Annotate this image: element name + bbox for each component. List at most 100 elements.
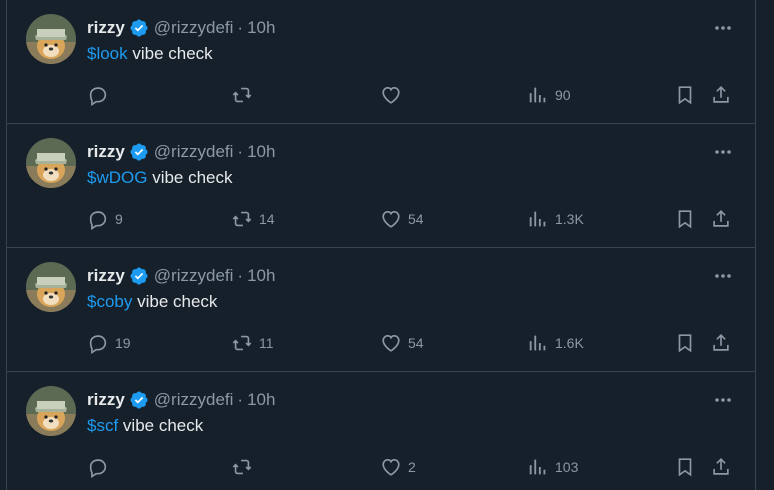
author-handle[interactable]: @rizzydefi xyxy=(154,142,234,162)
view-count: 1.6K xyxy=(555,335,584,351)
heart-icon xyxy=(380,84,402,106)
bookmark-button[interactable] xyxy=(674,330,696,356)
like-button[interactable]: 54 xyxy=(380,206,424,232)
author-handle[interactable]: @rizzydefi xyxy=(154,390,234,410)
author-name[interactable]: rizzy xyxy=(87,390,125,410)
heart-icon xyxy=(380,208,402,230)
views-button[interactable]: 1.3K xyxy=(527,206,584,232)
views-icon xyxy=(527,332,549,354)
bookmark-button[interactable] xyxy=(674,82,696,108)
timeline: rizzy @rizzydefi · 10h $look vibe check xyxy=(6,0,756,490)
verified-badge-icon xyxy=(129,390,149,410)
timestamp[interactable]: 10h xyxy=(247,18,275,38)
view-count: 1.3K xyxy=(555,211,584,227)
bookmark-icon xyxy=(674,456,696,478)
like-button[interactable]: 2 xyxy=(380,454,416,480)
cashtag-link[interactable]: $coby xyxy=(87,292,132,311)
more-icon[interactable] xyxy=(712,17,734,39)
cashtag-link[interactable]: $look xyxy=(87,44,128,63)
views-icon xyxy=(527,208,549,230)
views-button[interactable]: 103 xyxy=(527,454,578,480)
retweet-icon xyxy=(231,84,253,106)
bookmark-icon xyxy=(674,332,696,354)
tweet[interactable]: rizzy @rizzydefi · 10h $scf vibe check 2 xyxy=(7,372,755,490)
reply-icon xyxy=(87,84,109,106)
tweet[interactable]: rizzy @rizzydefi · 10h $coby vibe check … xyxy=(7,248,755,372)
retweet-count: 14 xyxy=(259,211,275,227)
bookmark-icon xyxy=(674,84,696,106)
share-button[interactable] xyxy=(710,454,732,480)
avatar[interactable] xyxy=(26,262,76,312)
retweet-icon xyxy=(231,208,253,230)
like-count: 2 xyxy=(408,459,416,475)
share-button[interactable] xyxy=(710,206,732,232)
retweet-button[interactable] xyxy=(231,82,259,108)
tweet[interactable]: rizzy @rizzydefi · 10h $wDOG vibe check … xyxy=(7,124,755,248)
author-name[interactable]: rizzy xyxy=(87,266,125,286)
timestamp[interactable]: 10h xyxy=(247,142,275,162)
retweet-icon xyxy=(231,456,253,478)
bookmark-button[interactable] xyxy=(674,454,696,480)
retweet-button[interactable]: 14 xyxy=(231,206,275,232)
verified-badge-icon xyxy=(129,18,149,38)
share-icon xyxy=(710,84,732,106)
like-button[interactable]: 54 xyxy=(380,330,424,356)
verified-badge-icon xyxy=(129,142,149,162)
tweet-body: vibe check xyxy=(118,416,204,435)
tweet-text: $look vibe check xyxy=(87,44,213,64)
reply-icon xyxy=(87,208,109,230)
timestamp[interactable]: 10h xyxy=(247,390,275,410)
cashtag-link[interactable]: $scf xyxy=(87,416,118,435)
share-button[interactable] xyxy=(710,330,732,356)
reply-icon xyxy=(87,332,109,354)
avatar[interactable] xyxy=(26,138,76,188)
author-handle[interactable]: @rizzydefi xyxy=(154,18,234,38)
more-icon[interactable] xyxy=(712,141,734,163)
view-count: 103 xyxy=(555,459,579,475)
tweet-body: vibe check xyxy=(147,168,233,187)
tweet-header: rizzy @rizzydefi · 10h xyxy=(87,265,275,287)
more-icon[interactable] xyxy=(712,265,734,287)
tweet-text: $scf vibe check xyxy=(87,416,203,436)
reply-button[interactable] xyxy=(87,454,115,480)
tweet-header: rizzy @rizzydefi · 10h xyxy=(87,389,275,411)
share-button[interactable] xyxy=(710,82,732,108)
timestamp[interactable]: 10h xyxy=(247,266,275,286)
retweet-icon xyxy=(231,332,253,354)
reply-icon xyxy=(87,456,109,478)
share-icon xyxy=(710,332,732,354)
like-count: 54 xyxy=(408,335,424,351)
tweet[interactable]: rizzy @rizzydefi · 10h $look vibe check xyxy=(7,0,755,124)
reply-button[interactable]: 19 xyxy=(87,330,131,356)
retweet-button[interactable]: 11 xyxy=(231,330,274,356)
avatar[interactable] xyxy=(26,386,76,436)
tweet-text: $coby vibe check xyxy=(87,292,217,312)
view-count: 90 xyxy=(555,87,571,103)
tweet-body: vibe check xyxy=(132,292,218,311)
bookmark-button[interactable] xyxy=(674,206,696,232)
reply-button[interactable] xyxy=(87,82,115,108)
retweet-button[interactable] xyxy=(231,454,259,480)
tweet-header: rizzy @rizzydefi · 10h xyxy=(87,17,275,39)
retweet-count: 11 xyxy=(259,335,274,351)
tweet-header: rizzy @rizzydefi · 10h xyxy=(87,141,275,163)
author-handle[interactable]: @rizzydefi xyxy=(154,266,234,286)
bookmark-icon xyxy=(674,208,696,230)
reply-count: 9 xyxy=(115,211,123,227)
share-icon xyxy=(710,208,732,230)
tweet-text: $wDOG vibe check xyxy=(87,168,233,188)
author-name[interactable]: rizzy xyxy=(87,142,125,162)
cashtag-link[interactable]: $wDOG xyxy=(87,168,147,187)
separator: · xyxy=(237,142,244,161)
reply-count: 19 xyxy=(115,335,131,351)
separator: · xyxy=(237,390,244,409)
views-button[interactable]: 1.6K xyxy=(527,330,584,356)
views-button[interactable]: 90 xyxy=(527,82,571,108)
views-icon xyxy=(527,456,549,478)
reply-button[interactable]: 9 xyxy=(87,206,123,232)
verified-badge-icon xyxy=(129,266,149,286)
like-button[interactable] xyxy=(380,82,408,108)
avatar[interactable] xyxy=(26,14,76,64)
more-icon[interactable] xyxy=(712,389,734,411)
author-name[interactable]: rizzy xyxy=(87,18,125,38)
